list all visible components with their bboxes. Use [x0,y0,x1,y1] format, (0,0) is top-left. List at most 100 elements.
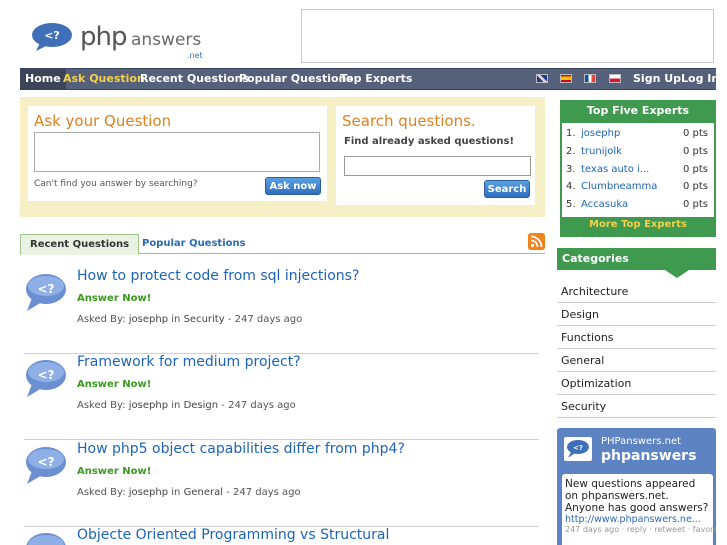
spain-flag-icon[interactable] [560,74,572,83]
question-item: <? Framework for medium project? Answer … [24,354,539,440]
expert-rank: 1. [566,128,576,139]
question-title-link[interactable]: Framework for medium project? [77,354,301,370]
question-age: - 247 days ago [221,400,296,411]
main-nav: Home Ask Question Recent Questions Popul… [20,68,719,90]
top-experts-box: Top Five Experts 1. josephp 0 pts 2. tru… [560,100,716,237]
question-bubble-icon: <? [26,447,66,484]
expert-row: 1. josephp 0 pts [562,125,714,142]
expert-name-link[interactable]: Clumbneamma [581,178,657,195]
nav-recent-questions[interactable]: Recent Questions [140,69,249,89]
nav-home[interactable]: Home [20,69,66,89]
svg-text:<?: <? [573,444,583,452]
speech-bubble-logo-icon: <? [32,23,72,51]
question-item: <? How to protect code from sql injectio… [24,268,539,354]
expert-name-link[interactable]: Accasuka [581,196,628,213]
question-author-link[interactable]: josephp [129,400,168,411]
logo-answers-text: answers [131,30,202,50]
expert-rank: 2. [566,146,576,157]
expert-name-link[interactable]: texas auto i... [581,161,649,178]
search-panel-title: Search questions. [342,112,476,130]
search-button[interactable]: Search [484,180,530,198]
ask-hint-text: Can't find you answer by searching? [34,179,198,189]
logo-php-text: php [80,22,127,52]
ask-question-panel: Ask your Question Can't find you answer … [28,106,327,201]
categories-header: Categories [557,248,716,270]
question-age: - 247 days ago [226,487,301,498]
france-flag-icon[interactable] [584,74,596,83]
expert-rank: 4. [566,181,576,192]
category-link-functions[interactable]: Functions [557,326,716,349]
question-bubble-icon: <? [26,360,66,397]
expert-points: 0 pts [682,181,708,192]
site-logo[interactable]: <? php answers .net [30,18,203,60]
ask-panel-title: Ask your Question [34,112,172,130]
question-item: Objecte Oriented Programming vs Structur… [24,527,539,545]
category-link-general[interactable]: General [557,349,716,372]
expert-name-link[interactable]: josephp [581,125,620,142]
tweet-body: New questions appeared on phpanswers.net… [562,474,716,545]
question-item: <? How php5 object capabilities differ f… [24,441,539,527]
ask-search-area: Ask your Question Can't find you answer … [20,97,545,217]
question-title-link[interactable]: How to protect code from sql injections? [77,268,359,284]
question-title-link[interactable]: Objecte Oriented Programming vs Structur… [77,527,389,543]
search-panel: Search questions. Find already asked que… [336,106,535,205]
asked-by-label: Asked By: [77,314,126,325]
twitter-avatar-icon: <? [564,437,592,461]
svg-text:<?: <? [37,368,54,382]
ask-question-textarea[interactable] [34,132,320,172]
nav-popular-questions[interactable]: Popular Questions [239,69,353,89]
expert-row: 4. Clumbneamma 0 pts [562,178,714,195]
poland-flag-icon[interactable] [609,74,621,83]
logo-net-text: .net [187,51,203,60]
rss-feed-icon[interactable] [528,233,545,250]
category-link-architecture[interactable]: Architecture [557,280,716,303]
nav-log-in[interactable]: Log In [681,69,719,89]
tweet-text: New questions appeared on phpanswers.net… [565,478,709,514]
categories-header-arrow [665,270,689,278]
answer-now-link[interactable]: Answer Now! [77,466,151,477]
category-link-security[interactable]: Security [557,395,716,418]
svg-text:<?: <? [44,29,60,42]
uk-flag-icon[interactable] [536,74,548,83]
category-link-design[interactable]: Design [557,303,716,326]
expert-points: 0 pts [682,199,708,210]
twitter-widget: <? PHPanswers.net phpanswers New questio… [557,428,716,545]
expert-name-link[interactable]: trunijolk [581,143,622,160]
more-top-experts-link[interactable]: More Top Experts [560,219,716,230]
question-age: - 247 days ago [227,314,303,325]
in-label: in [171,400,181,411]
expert-row: 2. trunijolk 0 pts [562,143,714,160]
question-meta: Asked By: josephp in Security - 247 days… [77,314,302,325]
asked-by-label: Asked By: [77,487,126,498]
experts-list: 1. josephp 0 pts 2. trunijolk 0 pts 3. t… [562,123,714,217]
answer-now-link[interactable]: Answer Now! [77,379,151,390]
nav-sign-up[interactable]: Sign Up [633,69,681,89]
tweet-link[interactable]: http://www.phpanswers.ne... [565,514,710,525]
question-category-link[interactable]: General [184,487,223,498]
twitter-account-name[interactable]: phpanswers [601,448,696,464]
expert-points: 0 pts [682,146,708,157]
tweet-footer: 247 days ago · reply · retweet · favorit… [565,525,716,534]
search-input[interactable] [344,156,531,176]
ad-banner [301,9,714,63]
svg-text:<?: <? [37,282,54,296]
expert-row: 5. Accasuka 0 pts [562,196,714,213]
expert-points: 0 pts [682,164,708,175]
ask-now-button[interactable]: Ask now [265,177,321,195]
category-link-optimization[interactable]: Optimization [557,372,716,395]
nav-ask-question[interactable]: Ask Question [63,69,145,89]
question-bubble-icon [26,533,66,545]
question-author-link[interactable]: josephp [129,487,168,498]
nav-top-experts[interactable]: Top Experts [340,69,412,89]
twitter-site-name: PHPanswers.net [601,436,682,447]
question-tabs: Recent Questions Popular Questions [20,232,545,255]
question-category-link[interactable]: Security [184,314,225,325]
question-author-link[interactable]: josephp [129,314,168,325]
answer-now-link[interactable]: Answer Now! [77,293,151,304]
question-category-link[interactable]: Design [184,400,219,411]
top-experts-title: Top Five Experts [586,104,690,117]
question-title-link[interactable]: How php5 object capabilities differ from… [77,441,405,457]
in-label: in [171,314,181,325]
tab-recent-questions[interactable]: Recent Questions [20,234,140,255]
tab-popular-questions[interactable]: Popular Questions [142,234,246,255]
